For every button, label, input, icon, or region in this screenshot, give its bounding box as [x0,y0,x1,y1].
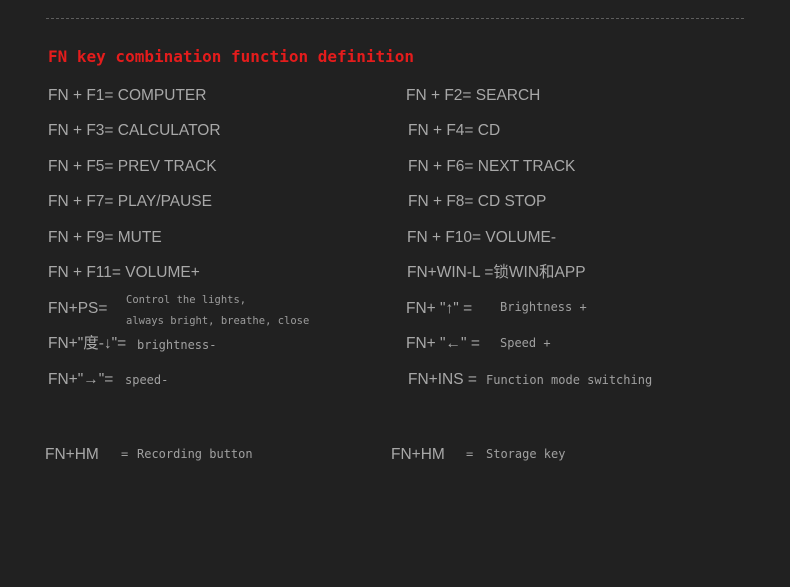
fn-f11-label: FN + F11= VOLUME+ [48,264,200,281]
fn-f4-label: FN + F4= CD [408,122,501,139]
fn-f7-label: FN + F7= PLAY/PAUSE [48,193,212,210]
fn-right-arrow-key: FN+"→"= [48,371,114,388]
fn-up-arrow-key: FN+ "↑" = [406,300,473,317]
fn-left-arrow-key: FN+ "←" = [406,335,480,352]
fn-down-arrow-desc: brightness- [137,338,217,352]
fn-f3-label: FN + F3= CALCULATOR [48,122,221,139]
fn-hm-storage-key: FN+HM [391,446,445,463]
fn-f2-label: FN + F2= SEARCH [406,87,541,104]
fn-hm-recording-eq: = [121,447,129,461]
fn-win-l-label: FN+WIN-L =锁WIN和APP [407,264,586,281]
fn-hm-recording-desc: Recording button [137,447,253,461]
dashed-divider [46,18,744,19]
fn-hm-recording-key: FN+HM [45,446,99,463]
fn-f1-label: FN + F1= COMPUTER [48,87,207,104]
fn-hm-storage-desc: Storage key [486,447,566,461]
fn-f9-label: FN + F9= MUTE [48,229,162,246]
fn-right-arrow-desc: speed- [125,373,169,387]
fn-ps-desc-line1: Control the lights, [126,294,247,306]
fn-ps-desc-line2: always bright, breathe, close [126,315,310,327]
fn-down-arrow-key: FN+"度-↓"= [48,335,127,352]
fn-ps-key: FN+PS= [48,300,108,317]
fn-ins-key: FN+INS = [408,371,477,388]
fn-up-arrow-desc: Brightness + [500,300,587,314]
fn-left-arrow-desc: Speed + [500,336,551,350]
fn-f10-label: FN + F10= VOLUME- [407,229,557,246]
section-heading: FN key combination function definition [48,47,415,66]
fn-f5-label: FN + F5= PREV TRACK [48,158,217,175]
fn-f6-label: FN + F6= NEXT TRACK [408,158,576,175]
fn-hm-storage-eq: = [466,447,474,461]
fn-ins-desc: Function mode switching [486,373,653,387]
fn-f8-label: FN + F8= CD STOP [408,193,547,210]
